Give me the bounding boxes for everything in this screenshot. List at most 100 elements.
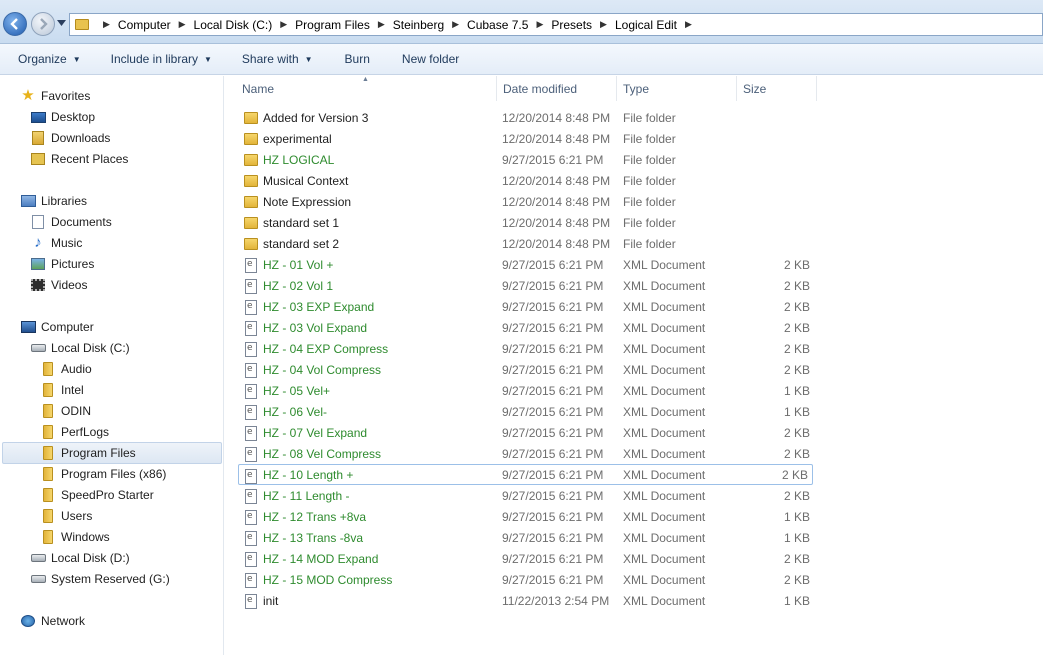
file-row[interactable]: HZ - 06 Vel- 9/27/2015 6:21 PM XML Documen… [239, 401, 814, 422]
nav-documents[interactable]: Documents [30, 212, 112, 232]
nav-program-files[interactable]: Program Files [2, 442, 222, 464]
column-header-date-modified[interactable]: Date modified [497, 76, 617, 101]
breadcrumb-program-files[interactable]: ▶ Program Files [272, 18, 370, 32]
folder-row[interactable]: Note Expression 12/20/2014 8:48 PM File fo… [239, 191, 814, 212]
folder-row[interactable]: Added for Version 3 12/20/2014 8:48 PM Fil… [239, 107, 814, 128]
chevron-right-icon[interactable]: ▶ [280, 19, 287, 30]
file-row[interactable]: HZ - 02 Vol 1 9/27/2015 6:21 PM XML Docume… [239, 275, 814, 296]
row-icon-wrapper [243, 278, 259, 294]
folder-row[interactable]: HZ LOGICAL 9/27/2015 6:21 PM File folder [239, 149, 814, 170]
file-row[interactable]: HZ - 14 MOD Expand 9/27/2015 6:21 PM XML D… [239, 548, 814, 569]
new-folder-button[interactable]: New folder [392, 47, 469, 71]
row-icon-wrapper [243, 341, 259, 357]
burn-button[interactable]: Burn [335, 47, 380, 71]
nav-local-disk-d[interactable]: Local Disk (D:) [30, 548, 130, 568]
chevron-right-icon[interactable]: ▶ [452, 19, 459, 30]
recent-pages-dropdown-icon[interactable] [57, 20, 66, 26]
nav-intel[interactable]: Intel [40, 380, 84, 400]
nav-videos[interactable]: Videos [30, 275, 87, 295]
file-row[interactable]: init 11/22/2013 2:54 PM XML Document 1 KB [239, 590, 814, 611]
file-row[interactable]: HZ - 10 Length + 9/27/2015 6:21 PM XML Doc… [238, 464, 813, 485]
file-row[interactable]: HZ - 15 MOD Compress 9/27/2015 6:21 PM XML… [239, 569, 814, 590]
file-row[interactable]: HZ - 01 Vol + 9/27/2015 6:21 PM XML Docume… [239, 254, 814, 275]
nav-desktop[interactable]: Desktop [30, 107, 95, 127]
file-row[interactable]: HZ - 03 Vol Expand 9/27/2015 6:21 PM XML D… [239, 317, 814, 338]
file-row[interactable]: HZ - 11 Length - 9/27/2015 6:21 PM XML Doc… [239, 485, 814, 506]
folder-row[interactable]: standard set 2 12/20/2014 8:48 PM File fol… [239, 233, 814, 254]
documents-icon [32, 215, 44, 229]
nav-music[interactable]: ♪ Music [30, 233, 82, 253]
nav-libraries[interactable]: Libraries [20, 191, 87, 211]
nav-windows[interactable]: Windows [40, 527, 110, 547]
file-row[interactable]: HZ - 12 Trans +8va 9/27/2015 6:21 PM XML D… [239, 506, 814, 527]
nav-favorites[interactable]: ★ Favorites [20, 86, 90, 106]
nav-program-files-x86[interactable]: Program Files (x86) [40, 464, 166, 484]
breadcrumb-local-disk-c[interactable]: ▶ Local Disk (C:) [171, 18, 273, 32]
breadcrumb-presets[interactable]: ▶ Presets [528, 18, 592, 32]
libraries-icon [20, 195, 36, 207]
xml-document-icon [245, 257, 257, 273]
nav-local-disk-c[interactable]: Local Disk (C:) [30, 338, 130, 358]
file-name: init [263, 593, 279, 608]
nav-perflogs[interactable]: PerfLogs [40, 422, 109, 442]
breadcrumb-computer[interactable]: ▶ Computer [95, 18, 171, 32]
breadcrumb-logical-edit[interactable]: ▶ Logical Edit ▶ [592, 18, 700, 32]
file-row[interactable]: HZ - 04 Vol Compress 9/27/2015 6:21 PM XML… [239, 359, 814, 380]
file-size: 2 KB [783, 362, 810, 377]
folder-icon [43, 509, 53, 523]
chevron-right-icon[interactable]: ▶ [103, 19, 110, 30]
row-icon-wrapper [243, 362, 259, 378]
share-with-button[interactable]: Share with ▼ [232, 47, 323, 71]
file-type: XML Document [623, 320, 706, 335]
nav-users[interactable]: Users [40, 506, 92, 526]
caret-down-icon: ▼ [72, 54, 81, 64]
back-button[interactable] [3, 12, 27, 36]
nav-recent-places[interactable]: Recent Places [30, 149, 128, 169]
xml-document-icon [245, 404, 257, 420]
row-icon-wrapper [243, 383, 259, 399]
chevron-right-icon[interactable]: ▶ [378, 19, 385, 30]
chevron-right-icon[interactable]: ▶ [685, 19, 692, 30]
breadcrumb[interactable]: ▶ Computer ▶ Local Disk (C:) ▶ Program File… [69, 13, 1043, 36]
nav-computer[interactable]: Computer [20, 317, 94, 337]
chevron-right-icon[interactable]: ▶ [179, 19, 186, 30]
nav-downloads[interactable]: Downloads [30, 128, 110, 148]
file-name: HZ - 10 Length + [263, 467, 354, 482]
file-date-modified: 9/27/2015 6:21 PM [502, 404, 604, 419]
nav-system-reserved-g[interactable]: System Reserved (G:) [30, 569, 170, 589]
nav-speedpro-starter[interactable]: SpeedPro Starter [40, 485, 154, 505]
file-date-modified: 9/27/2015 6:21 PM [502, 551, 604, 566]
file-type: File folder [623, 236, 676, 251]
chevron-right-icon[interactable]: ▶ [536, 19, 543, 30]
folder-row[interactable]: experimental 12/20/2014 8:48 PM File folde… [239, 128, 814, 149]
row-icon-wrapper [243, 425, 259, 441]
file-date-modified: 12/20/2014 8:48 PM [502, 215, 611, 230]
forward-button[interactable] [31, 12, 55, 36]
file-row[interactable]: HZ - 07 Vel Expand 9/27/2015 6:21 PM XML D… [239, 422, 814, 443]
nav-audio[interactable]: Audio [40, 359, 92, 379]
organize-button[interactable]: Organize ▼ [8, 47, 91, 71]
nav-pictures[interactable]: Pictures [30, 254, 94, 274]
include-in-library-button[interactable]: Include in library ▼ [101, 47, 222, 71]
column-header-size[interactable]: Size [737, 76, 817, 101]
folder-icon [244, 175, 258, 187]
row-icon-wrapper [243, 173, 259, 189]
folder-row[interactable]: Musical Context 12/20/2014 8:48 PM File fo… [239, 170, 814, 191]
file-size: 2 KB [783, 278, 810, 293]
row-icon-wrapper [243, 468, 259, 484]
file-row[interactable]: HZ - 05 Vel+ 9/27/2015 6:21 PM XML Documen… [239, 380, 814, 401]
folder-row[interactable]: standard set 1 12/20/2014 8:48 PM File fol… [239, 212, 814, 233]
file-row[interactable]: HZ - 04 EXP Compress 9/27/2015 6:21 PM XML… [239, 338, 814, 359]
column-header-type[interactable]: Type [617, 76, 737, 101]
file-row[interactable]: HZ - 08 Vel Compress 9/27/2015 6:21 PM XML… [239, 443, 814, 464]
file-row[interactable]: HZ - 13 Trans -8va 9/27/2015 6:21 PM XML D… [239, 527, 814, 548]
nav-network[interactable]: Network [20, 611, 85, 631]
file-type: XML Document [623, 425, 706, 440]
breadcrumb-cubase[interactable]: ▶ Cubase 7.5 [444, 18, 528, 32]
nav-odin[interactable]: ODIN [40, 401, 91, 421]
file-name: Musical Context [263, 173, 349, 188]
file-row[interactable]: HZ - 03 EXP Expand 9/27/2015 6:21 PM XML D… [239, 296, 814, 317]
breadcrumb-steinberg[interactable]: ▶ Steinberg [370, 18, 444, 32]
chevron-right-icon[interactable]: ▶ [600, 19, 607, 30]
command-bar: Organize ▼ Include in library ▼ Share with… [0, 44, 1043, 75]
